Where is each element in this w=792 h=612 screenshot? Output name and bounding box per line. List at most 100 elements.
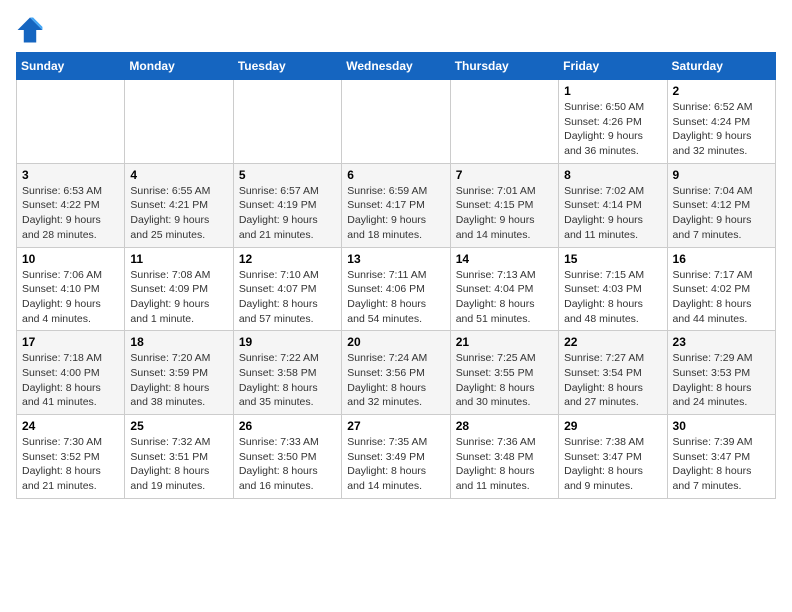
day-number: 7 [456, 168, 553, 182]
calendar-cell [233, 80, 341, 164]
calendar-cell: 13 Sunrise: 7:11 AM Sunset: 4:06 PM Dayli… [342, 247, 450, 331]
calendar-cell: 8 Sunrise: 7:02 AM Sunset: 4:14 PM Daylig… [559, 163, 667, 247]
calendar-header-row: SundayMondayTuesdayWednesdayThursdayFrid… [17, 53, 776, 80]
calendar-cell: 4 Sunrise: 6:55 AM Sunset: 4:21 PM Daylig… [125, 163, 233, 247]
calendar-cell: 11 Sunrise: 7:08 AM Sunset: 4:09 PM Dayli… [125, 247, 233, 331]
day-info: Sunrise: 6:57 AM Sunset: 4:19 PM Dayligh… [239, 184, 336, 243]
day-info: Sunrise: 6:50 AM Sunset: 4:26 PM Dayligh… [564, 100, 661, 159]
calendar-cell: 1Sunrise: 6:50 AM Sunset: 4:26 PM Daylig… [559, 80, 667, 164]
calendar-cell: 16 Sunrise: 7:17 AM Sunset: 4:02 PM Dayli… [667, 247, 775, 331]
day-number: 27 [347, 419, 444, 433]
day-number: 5 [239, 168, 336, 182]
calendar-cell: 5 Sunrise: 6:57 AM Sunset: 4:19 PM Daylig… [233, 163, 341, 247]
day-number: 15 [564, 252, 661, 266]
day-number: 20 [347, 335, 444, 349]
column-header-tuesday: Tuesday [233, 53, 341, 80]
day-number: 13 [347, 252, 444, 266]
calendar-cell: 21 Sunrise: 7:25 AM Sunset: 3:55 PM Dayli… [450, 331, 558, 415]
column-header-wednesday: Wednesday [342, 53, 450, 80]
day-info: Sunrise: 7:38 AM Sunset: 3:47 PM Dayligh… [564, 435, 661, 494]
day-info: Sunrise: 7:18 AM Sunset: 4:00 PM Dayligh… [22, 351, 119, 410]
day-number: 17 [22, 335, 119, 349]
day-info: Sunrise: 7:29 AM Sunset: 3:53 PM Dayligh… [673, 351, 770, 410]
calendar-cell: 29 Sunrise: 7:38 AM Sunset: 3:47 PM Dayli… [559, 415, 667, 499]
day-info: Sunrise: 7:01 AM Sunset: 4:15 PM Dayligh… [456, 184, 553, 243]
day-number: 25 [130, 419, 227, 433]
day-number: 30 [673, 419, 770, 433]
column-header-saturday: Saturday [667, 53, 775, 80]
calendar-cell [17, 80, 125, 164]
calendar-cell: 12Sunrise: 7:10 AM Sunset: 4:07 PM Dayli… [233, 247, 341, 331]
calendar-cell: 22Sunrise: 7:27 AM Sunset: 3:54 PM Dayli… [559, 331, 667, 415]
day-info: Sunrise: 6:52 AM Sunset: 4:24 PM Dayligh… [673, 100, 770, 159]
day-number: 29 [564, 419, 661, 433]
calendar-cell: 17 Sunrise: 7:18 AM Sunset: 4:00 PM Dayli… [17, 331, 125, 415]
day-info: Sunrise: 7:13 AM Sunset: 4:04 PM Dayligh… [456, 268, 553, 327]
calendar-cell: 28Sunrise: 7:36 AM Sunset: 3:48 PM Dayli… [450, 415, 558, 499]
calendar-cell: 26Sunrise: 7:33 AM Sunset: 3:50 PM Dayli… [233, 415, 341, 499]
day-info: Sunrise: 6:55 AM Sunset: 4:21 PM Dayligh… [130, 184, 227, 243]
calendar-week-row: 3Sunrise: 6:53 AM Sunset: 4:22 PM Daylig… [17, 163, 776, 247]
day-info: Sunrise: 7:04 AM Sunset: 4:12 PM Dayligh… [673, 184, 770, 243]
day-info: Sunrise: 6:53 AM Sunset: 4:22 PM Dayligh… [22, 184, 119, 243]
column-header-monday: Monday [125, 53, 233, 80]
calendar-week-row: 24 Sunrise: 7:30 AM Sunset: 3:52 PM Dayli… [17, 415, 776, 499]
calendar-cell: 3Sunrise: 6:53 AM Sunset: 4:22 PM Daylig… [17, 163, 125, 247]
calendar-cell: 30 Sunrise: 7:39 AM Sunset: 3:47 PM Dayli… [667, 415, 775, 499]
day-info: Sunrise: 7:06 AM Sunset: 4:10 PM Dayligh… [22, 268, 119, 327]
day-info: Sunrise: 7:39 AM Sunset: 3:47 PM Dayligh… [673, 435, 770, 494]
day-number: 8 [564, 168, 661, 182]
calendar-cell [450, 80, 558, 164]
day-number: 23 [673, 335, 770, 349]
day-number: 22 [564, 335, 661, 349]
calendar-cell: 20 Sunrise: 7:24 AM Sunset: 3:56 PM Dayli… [342, 331, 450, 415]
day-info: Sunrise: 7:36 AM Sunset: 3:48 PM Dayligh… [456, 435, 553, 494]
day-info: Sunrise: 7:24 AM Sunset: 3:56 PM Dayligh… [347, 351, 444, 410]
calendar-cell: 27 Sunrise: 7:35 AM Sunset: 3:49 PM Dayli… [342, 415, 450, 499]
calendar-table: SundayMondayTuesdayWednesdayThursdayFrid… [16, 52, 776, 499]
calendar-cell: 19 Sunrise: 7:22 AM Sunset: 3:58 PM Dayli… [233, 331, 341, 415]
calendar-cell: 7 Sunrise: 7:01 AM Sunset: 4:15 PM Daylig… [450, 163, 558, 247]
column-header-thursday: Thursday [450, 53, 558, 80]
column-header-sunday: Sunday [17, 53, 125, 80]
calendar-cell: 6Sunrise: 6:59 AM Sunset: 4:17 PM Daylig… [342, 163, 450, 247]
logo-icon [16, 16, 44, 44]
day-info: Sunrise: 7:15 AM Sunset: 4:03 PM Dayligh… [564, 268, 661, 327]
day-number: 18 [130, 335, 227, 349]
day-number: 19 [239, 335, 336, 349]
day-number: 21 [456, 335, 553, 349]
day-info: Sunrise: 6:59 AM Sunset: 4:17 PM Dayligh… [347, 184, 444, 243]
day-number: 10 [22, 252, 119, 266]
calendar-cell: 10 Sunrise: 7:06 AM Sunset: 4:10 PM Dayli… [17, 247, 125, 331]
day-info: Sunrise: 7:02 AM Sunset: 4:14 PM Dayligh… [564, 184, 661, 243]
day-info: Sunrise: 7:11 AM Sunset: 4:06 PM Dayligh… [347, 268, 444, 327]
day-info: Sunrise: 7:17 AM Sunset: 4:02 PM Dayligh… [673, 268, 770, 327]
calendar-cell [125, 80, 233, 164]
day-number: 2 [673, 84, 770, 98]
column-header-friday: Friday [559, 53, 667, 80]
calendar-cell: 23 Sunrise: 7:29 AM Sunset: 3:53 PM Dayli… [667, 331, 775, 415]
calendar-cell: 9 Sunrise: 7:04 AM Sunset: 4:12 PM Daylig… [667, 163, 775, 247]
logo [16, 16, 48, 44]
day-number: 12 [239, 252, 336, 266]
calendar-cell: 24 Sunrise: 7:30 AM Sunset: 3:52 PM Dayli… [17, 415, 125, 499]
day-number: 26 [239, 419, 336, 433]
calendar-cell: 14Sunrise: 7:13 AM Sunset: 4:04 PM Dayli… [450, 247, 558, 331]
calendar-week-row: 10 Sunrise: 7:06 AM Sunset: 4:10 PM Dayli… [17, 247, 776, 331]
calendar-cell: 18 Sunrise: 7:20 AM Sunset: 3:59 PM Dayli… [125, 331, 233, 415]
day-info: Sunrise: 7:35 AM Sunset: 3:49 PM Dayligh… [347, 435, 444, 494]
day-info: Sunrise: 7:08 AM Sunset: 4:09 PM Dayligh… [130, 268, 227, 327]
day-info: Sunrise: 7:30 AM Sunset: 3:52 PM Dayligh… [22, 435, 119, 494]
calendar-cell: 25Sunrise: 7:32 AM Sunset: 3:51 PM Dayli… [125, 415, 233, 499]
day-info: Sunrise: 7:25 AM Sunset: 3:55 PM Dayligh… [456, 351, 553, 410]
calendar-cell: 15 Sunrise: 7:15 AM Sunset: 4:03 PM Dayli… [559, 247, 667, 331]
day-info: Sunrise: 7:22 AM Sunset: 3:58 PM Dayligh… [239, 351, 336, 410]
day-number: 11 [130, 252, 227, 266]
day-number: 24 [22, 419, 119, 433]
day-number: 4 [130, 168, 227, 182]
calendar-week-row: 17 Sunrise: 7:18 AM Sunset: 4:00 PM Dayli… [17, 331, 776, 415]
day-number: 9 [673, 168, 770, 182]
day-info: Sunrise: 7:20 AM Sunset: 3:59 PM Dayligh… [130, 351, 227, 410]
page-header [16, 16, 776, 44]
day-number: 16 [673, 252, 770, 266]
